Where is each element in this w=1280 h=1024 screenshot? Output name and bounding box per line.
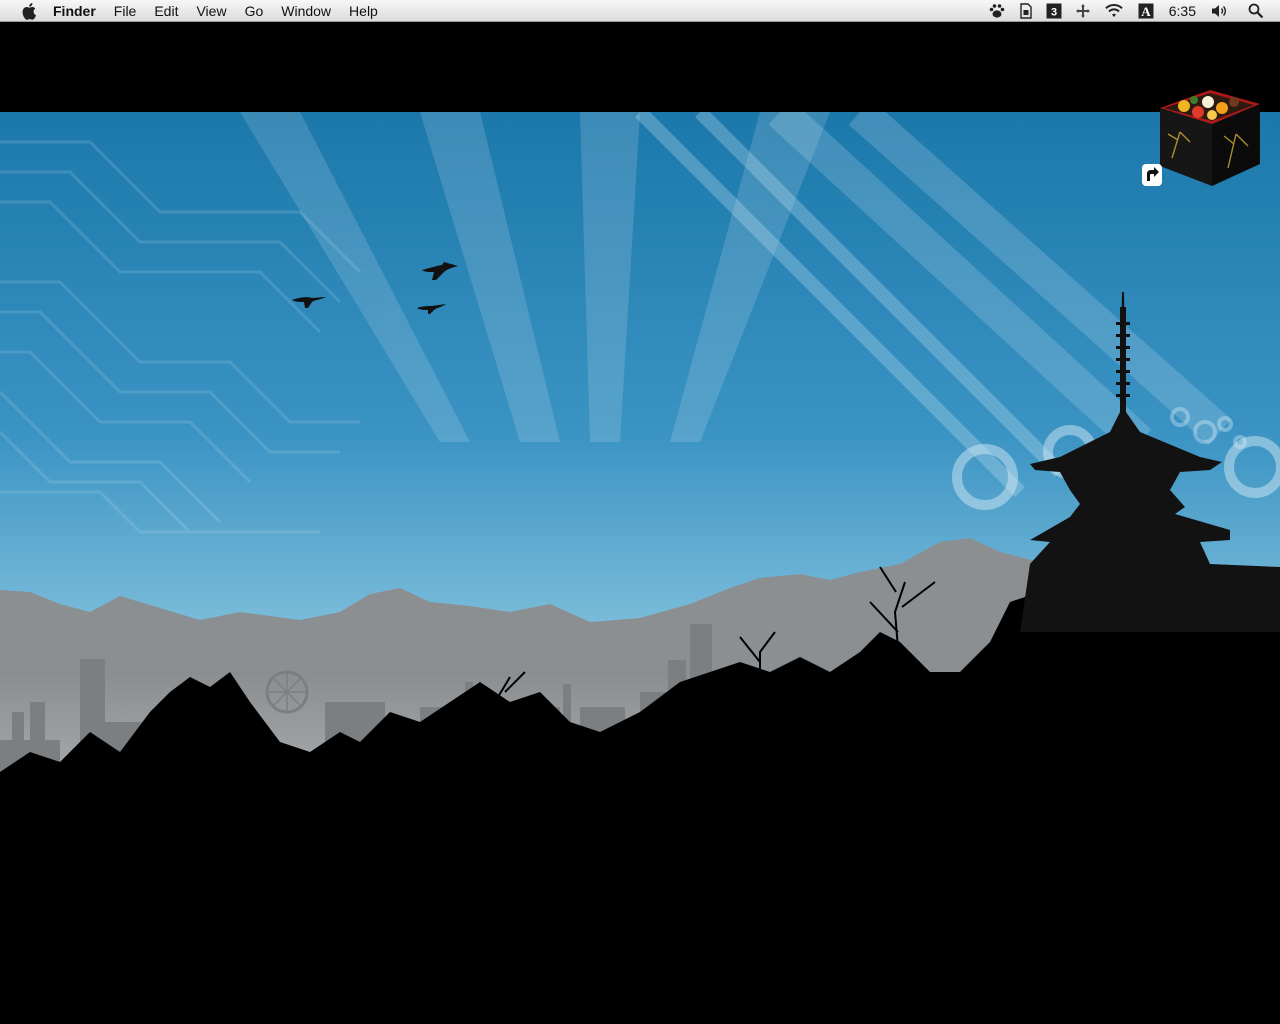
svg-text:3: 3 bbox=[1051, 6, 1057, 18]
desktop[interactable] bbox=[0, 22, 1280, 1024]
letterbox-top bbox=[0, 22, 1280, 112]
sd-card-icon[interactable] bbox=[1020, 0, 1032, 22]
menu-help[interactable]: Help bbox=[340, 0, 387, 22]
menu-view[interactable]: View bbox=[187, 0, 235, 22]
wifi-icon[interactable] bbox=[1104, 0, 1124, 22]
desktop-wallpaper bbox=[0, 112, 1280, 1024]
menu-bar-right: 3 A 6:35 bbox=[981, 0, 1280, 22]
input-source-icon[interactable]: A bbox=[1138, 0, 1154, 22]
spaces-icon[interactable]: 3 bbox=[1046, 0, 1062, 22]
input-source-label: A bbox=[1141, 4, 1151, 19]
menu-go[interactable]: Go bbox=[236, 0, 273, 22]
menu-bar: Finder File Edit View Go Window Help 3 A… bbox=[0, 0, 1280, 22]
menu-file[interactable]: File bbox=[105, 0, 146, 22]
menu-bar-left: Finder File Edit View Go Window Help bbox=[0, 0, 387, 22]
menu-window[interactable]: Window bbox=[272, 0, 340, 22]
alias-arrow-icon bbox=[1142, 164, 1162, 186]
bento-box-alias-icon[interactable] bbox=[1142, 84, 1264, 188]
menu-app-finder[interactable]: Finder bbox=[53, 0, 105, 22]
menu-edit[interactable]: Edit bbox=[145, 0, 187, 22]
spotlight-search-icon[interactable] bbox=[1248, 0, 1263, 22]
apple-logo-icon[interactable] bbox=[19, 2, 39, 20]
menu-clock[interactable]: 6:35 bbox=[1169, 3, 1196, 19]
paw-icon[interactable] bbox=[988, 0, 1006, 22]
volume-icon[interactable] bbox=[1211, 0, 1227, 22]
move-icon[interactable] bbox=[1075, 0, 1090, 22]
